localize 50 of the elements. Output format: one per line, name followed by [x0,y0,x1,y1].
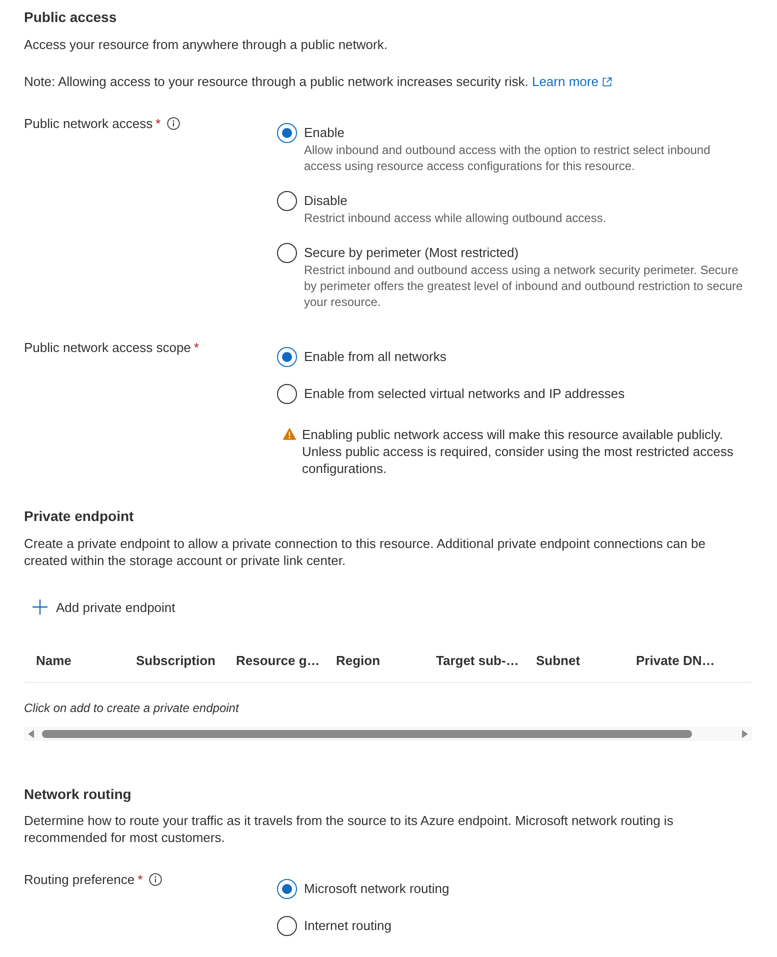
section-description: Create a private endpoint to allow a private connection to this resource. Additional private endpoint connections can be created within the storage account or private link center. [24,535,706,569]
section-description: Determine how to route your traffic as it travels from the source to its Azure endpoint. Microsoft network routing is recommended for most customers. [24,812,674,846]
option-label: Enable from all networks [304,348,448,366]
column-header: Subnet [535,653,582,668]
warning-text: Enabling public network access will make this resource available publicly. Unless public access is required, consider using the most restricted access configurations. [302,426,734,477]
option-description: Restrict inbound access while allowing outbound access. [304,210,608,226]
required-asterisk: * [138,871,143,888]
required-asterisk: * [194,339,199,356]
field-label: Routing preference [24,871,135,888]
option-label: Disable [304,192,348,210]
note-text: Note: Allowing access to your resource through a public network increases security risk. Learn more [24,73,756,90]
field-label: Public network access scope [24,339,191,356]
radio-button[interactable] [277,191,297,211]
info-icon[interactable] [166,117,180,130]
option-label: Secure by perimeter (Most restricted) [304,244,520,262]
radio-button[interactable] [277,879,297,899]
radio-button[interactable] [277,916,297,936]
scrollbar-thumb[interactable] [42,730,692,738]
option-label: Internet routing [304,917,392,935]
section-description: Access your resource from anywhere through a public network. [24,36,388,53]
horizontal-scrollbar[interactable] [24,727,752,741]
right-arrow-icon[interactable] [742,730,748,738]
section-title: Private endpoint [24,507,135,526]
column-header: Name [35,653,72,668]
column-header: Subscription [135,653,216,668]
add-private-endpoint-button[interactable]: Add private endpoint [24,591,184,623]
option-label: Microsoft network routing [304,880,450,898]
section-title: Network routing [24,785,132,804]
column-header: Resource g… [235,653,321,668]
radio-button[interactable] [277,384,297,404]
option-label: Enable from selected virtual networks and IP addresses [304,385,626,403]
field-label: Public network access [24,115,153,132]
plus-icon [32,599,48,615]
info-icon[interactable] [148,873,162,886]
external-link-icon [602,77,612,87]
column-header: Private DN… [635,653,716,668]
required-asterisk: * [156,115,161,132]
radio-button[interactable] [277,347,297,367]
option-description: Restrict inbound and outbound access using a network security perimeter. Secure by perimeter offers the greatest level of inbound and outbound restriction to secure your resource. [304,262,744,310]
empty-table-message: Click on add to create a private endpoint [24,700,240,716]
column-header: Region [335,653,382,668]
column-header: Target sub-… [435,653,520,668]
option-description: Allow inbound and outbound access with the option to restrict select inbound access using resource access configurations for this resource. [304,142,712,174]
section-title: Public access [24,8,118,27]
learn-more-link[interactable]: Learn more [532,74,612,89]
left-arrow-icon[interactable] [28,730,34,738]
radio-button[interactable] [277,123,297,143]
warning-icon [283,428,296,440]
option-label: Enable [304,124,346,142]
radio-button[interactable] [277,243,297,263]
